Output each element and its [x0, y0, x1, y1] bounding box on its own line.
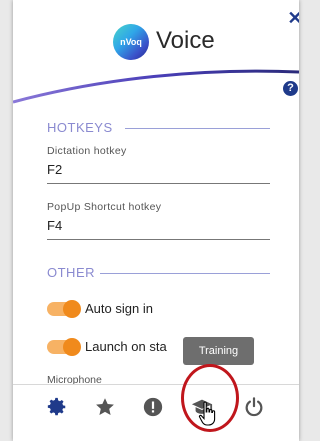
other-section-label: OTHER: [47, 265, 95, 280]
training-tooltip: Training: [183, 337, 254, 365]
toggle-knob: [63, 338, 81, 356]
popup-hotkey-label: PopUp Shortcut hotkey: [47, 201, 162, 213]
help-icon[interactable]: ?: [283, 81, 298, 96]
launch-on-startup-label: Launch on sta: [85, 339, 167, 354]
voice-panel: ✕ nVoq Voice ? HOTKEYS Dictation hotkey …: [13, 0, 299, 441]
auto-sign-in-label: Auto sign in: [85, 301, 153, 316]
toggle-knob: [63, 300, 81, 318]
bottom-toolbar: [13, 384, 299, 441]
popup-hotkey-field[interactable]: F4: [47, 219, 270, 240]
power-icon[interactable]: [243, 396, 265, 418]
gear-icon[interactable]: [46, 396, 68, 418]
star-icon[interactable]: [94, 396, 116, 418]
other-divider: [100, 273, 270, 274]
hotkeys-divider: [125, 128, 270, 129]
alert-icon[interactable]: [142, 396, 164, 418]
auto-sign-in-toggle[interactable]: [47, 300, 81, 318]
dictation-hotkey-label: Dictation hotkey: [47, 145, 127, 157]
close-icon[interactable]: ✕: [286, 9, 299, 27]
hand-cursor-icon: [198, 401, 216, 426]
launch-on-startup-toggle[interactable]: [47, 338, 81, 356]
dictation-hotkey-field[interactable]: F2: [47, 163, 270, 184]
nvoq-logo: nVoq: [113, 24, 149, 60]
app-title: Voice: [156, 27, 215, 54]
header-swoosh: [13, 69, 299, 104]
hotkeys-section-label: HOTKEYS: [47, 120, 113, 135]
